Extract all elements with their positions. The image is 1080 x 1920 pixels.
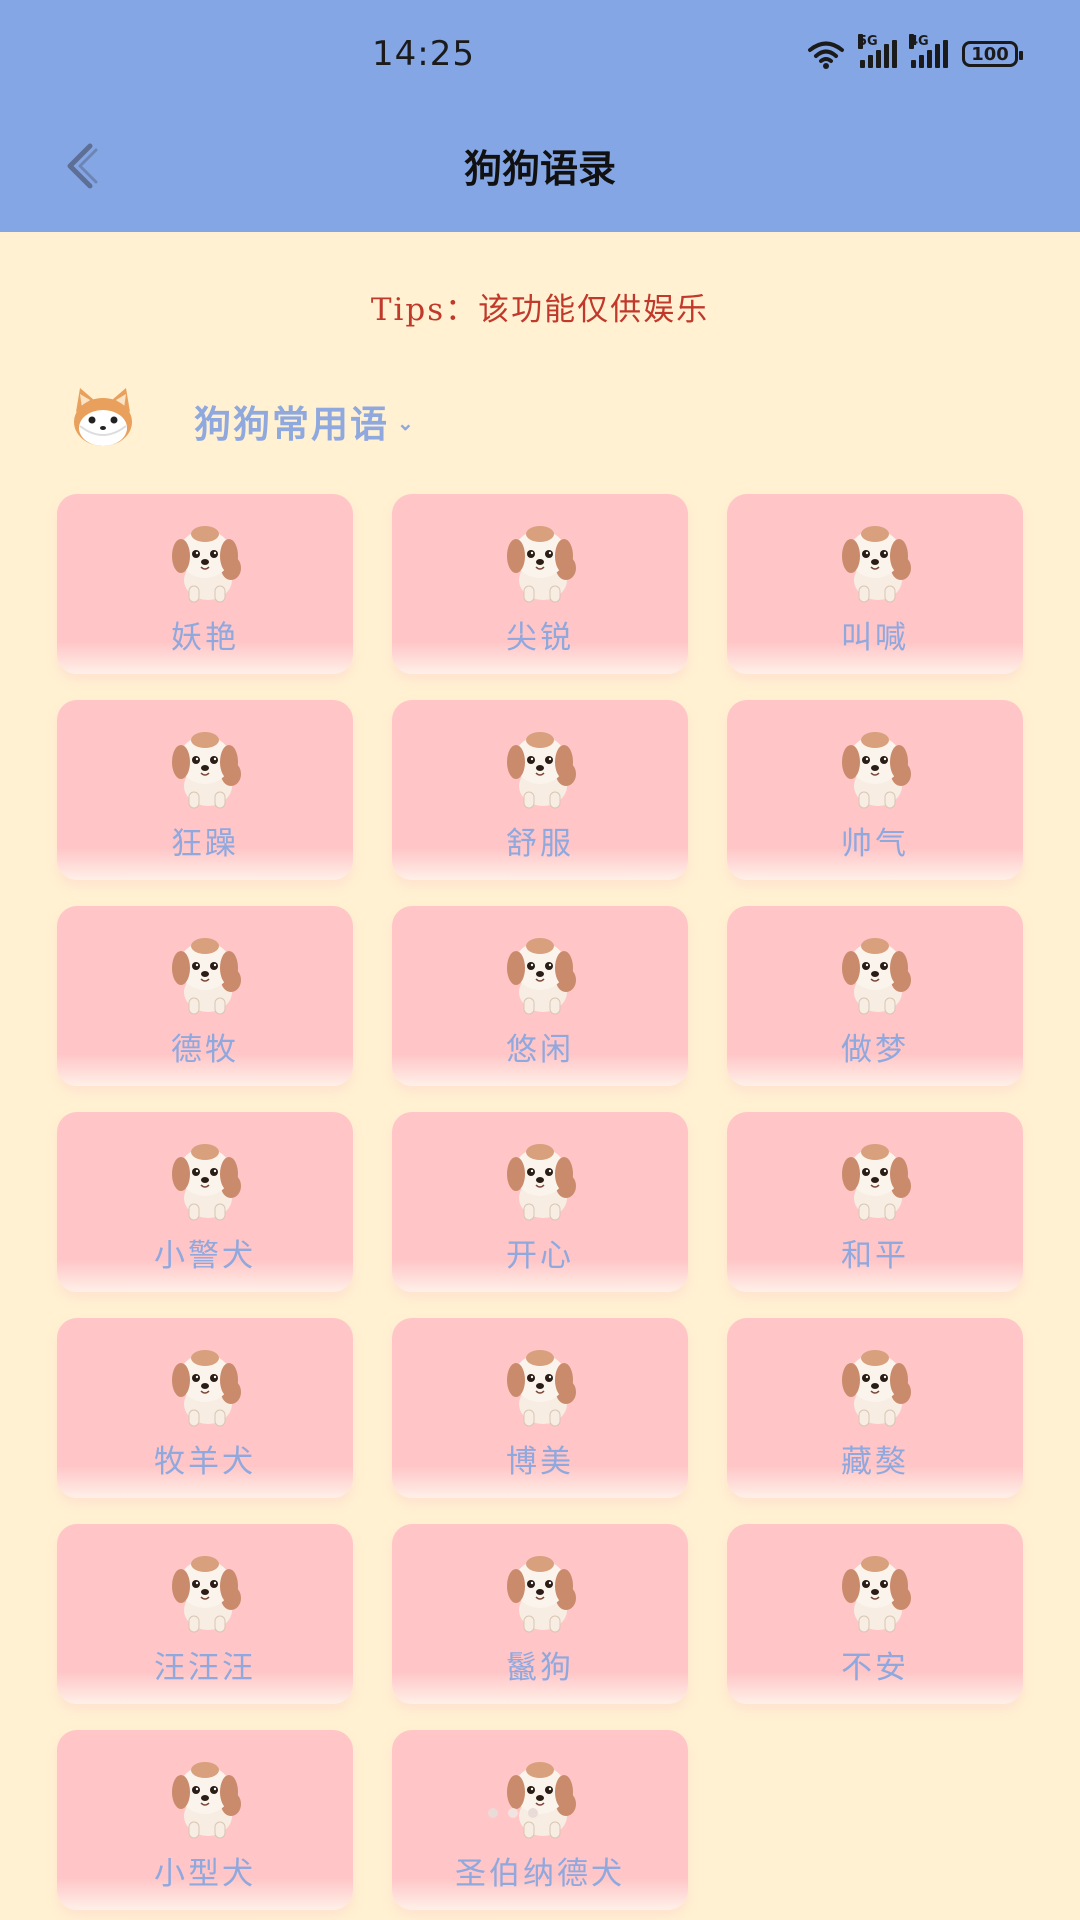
page-title: 狗狗语录 xyxy=(463,147,616,191)
phrase-label: 汪汪汪 xyxy=(154,1650,256,1686)
phrase-card[interactable]: 悠闲 xyxy=(392,906,688,1086)
network-4g-label: 4G xyxy=(909,34,929,49)
status-icons: 5G 4G 100 xyxy=(806,34,1023,72)
app-header: 14:25 5G 4G 100 狗狗语录 xyxy=(0,0,1080,232)
puppy-icon xyxy=(842,1144,911,1221)
category-selector[interactable]: 狗狗常用语 ⌄ xyxy=(194,394,416,448)
page-dot xyxy=(508,1808,518,1818)
puppy-icon xyxy=(842,1350,911,1427)
battery-level: 100 xyxy=(971,43,1009,65)
phrase-label: 悠闲 xyxy=(506,1032,574,1068)
phrase-card[interactable]: 圣伯纳德犬 xyxy=(392,1730,688,1910)
puppy-icon xyxy=(507,1762,576,1839)
phrase-card[interactable]: 汪汪汪 xyxy=(57,1524,353,1704)
phrase-card[interactable]: 德牧 xyxy=(57,906,353,1086)
phrase-label: 藏獒 xyxy=(841,1444,909,1480)
phrase-card[interactable]: 藏獒 xyxy=(727,1318,1023,1498)
shiba-avatar-icon xyxy=(74,388,132,446)
puppy-icon xyxy=(172,526,241,603)
puppy-icon xyxy=(842,732,911,809)
puppy-icon xyxy=(842,938,911,1015)
puppy-icon xyxy=(507,1144,576,1221)
network-5g-label: 5G xyxy=(858,34,878,49)
phrase-card[interactable]: 鬣狗 xyxy=(392,1524,688,1704)
phrase-label: 小警犬 xyxy=(154,1238,256,1274)
phrase-label: 鬣狗 xyxy=(506,1650,574,1686)
phrase-card[interactable]: 博美 xyxy=(392,1318,688,1498)
phrase-card[interactable]: 不安 xyxy=(727,1524,1023,1704)
phrase-label: 妖艳 xyxy=(171,620,239,656)
phrase-label: 狂躁 xyxy=(171,826,239,862)
phrase-card[interactable]: 舒服 xyxy=(392,700,688,880)
phrase-label: 小型犬 xyxy=(154,1856,256,1892)
signal-5g-icon: 5G xyxy=(858,34,897,68)
puppy-icon xyxy=(172,938,241,1015)
status-time: 14:25 xyxy=(372,34,475,74)
phrase-card[interactable]: 小型犬 xyxy=(57,1730,353,1910)
phrase-card[interactable]: 和平 xyxy=(727,1112,1023,1292)
signal-4g-icon: 4G xyxy=(909,34,948,68)
phrase-label: 叫喊 xyxy=(841,620,909,656)
phrase-card[interactable]: 开心 xyxy=(392,1112,688,1292)
puppy-icon xyxy=(172,1762,241,1839)
puppy-icon xyxy=(507,1556,576,1633)
page-indicator xyxy=(488,1808,538,1818)
phrase-label: 不安 xyxy=(841,1650,909,1686)
phrase-card[interactable]: 牧羊犬 xyxy=(57,1318,353,1498)
puppy-icon xyxy=(172,732,241,809)
puppy-icon xyxy=(172,1556,241,1633)
category-label: 狗狗常用语 xyxy=(194,402,389,446)
phrase-card[interactable]: 做梦 xyxy=(727,906,1023,1086)
phrase-card[interactable]: 狂躁 xyxy=(57,700,353,880)
battery-icon: 100 xyxy=(962,41,1023,67)
phrase-card[interactable]: 妖艳 xyxy=(57,494,353,674)
phrase-card[interactable]: 帅气 xyxy=(727,700,1023,880)
page-dot xyxy=(528,1808,538,1818)
page-dot xyxy=(488,1808,498,1818)
phrase-label: 尖锐 xyxy=(506,620,574,656)
puppy-icon xyxy=(172,1350,241,1427)
phrase-card[interactable]: 小警犬 xyxy=(57,1112,353,1292)
puppy-icon xyxy=(842,526,911,603)
phrase-card[interactable]: 尖锐 xyxy=(392,494,688,674)
puppy-icon xyxy=(507,938,576,1015)
puppy-icon xyxy=(507,732,576,809)
tips-text: Tips：该功能仅供娱乐 xyxy=(370,292,710,328)
puppy-icon xyxy=(507,526,576,603)
puppy-icon xyxy=(842,1556,911,1633)
puppy-icon xyxy=(172,1144,241,1221)
phrase-label: 牧羊犬 xyxy=(154,1444,256,1480)
phrase-label: 和平 xyxy=(841,1238,909,1274)
phrase-label: 舒服 xyxy=(506,826,574,862)
phrase-label: 开心 xyxy=(506,1238,574,1274)
phrase-label: 帅气 xyxy=(841,826,909,862)
phrase-label: 圣伯纳德犬 xyxy=(455,1856,625,1892)
phrase-label: 博美 xyxy=(506,1444,574,1480)
chevron-down-icon: ⌄ xyxy=(397,411,416,435)
phrase-card[interactable]: 叫喊 xyxy=(727,494,1023,674)
puppy-icon xyxy=(507,1350,576,1427)
phrase-label: 做梦 xyxy=(841,1032,909,1068)
wifi-icon xyxy=(808,41,844,69)
phrase-label: 德牧 xyxy=(171,1032,239,1068)
